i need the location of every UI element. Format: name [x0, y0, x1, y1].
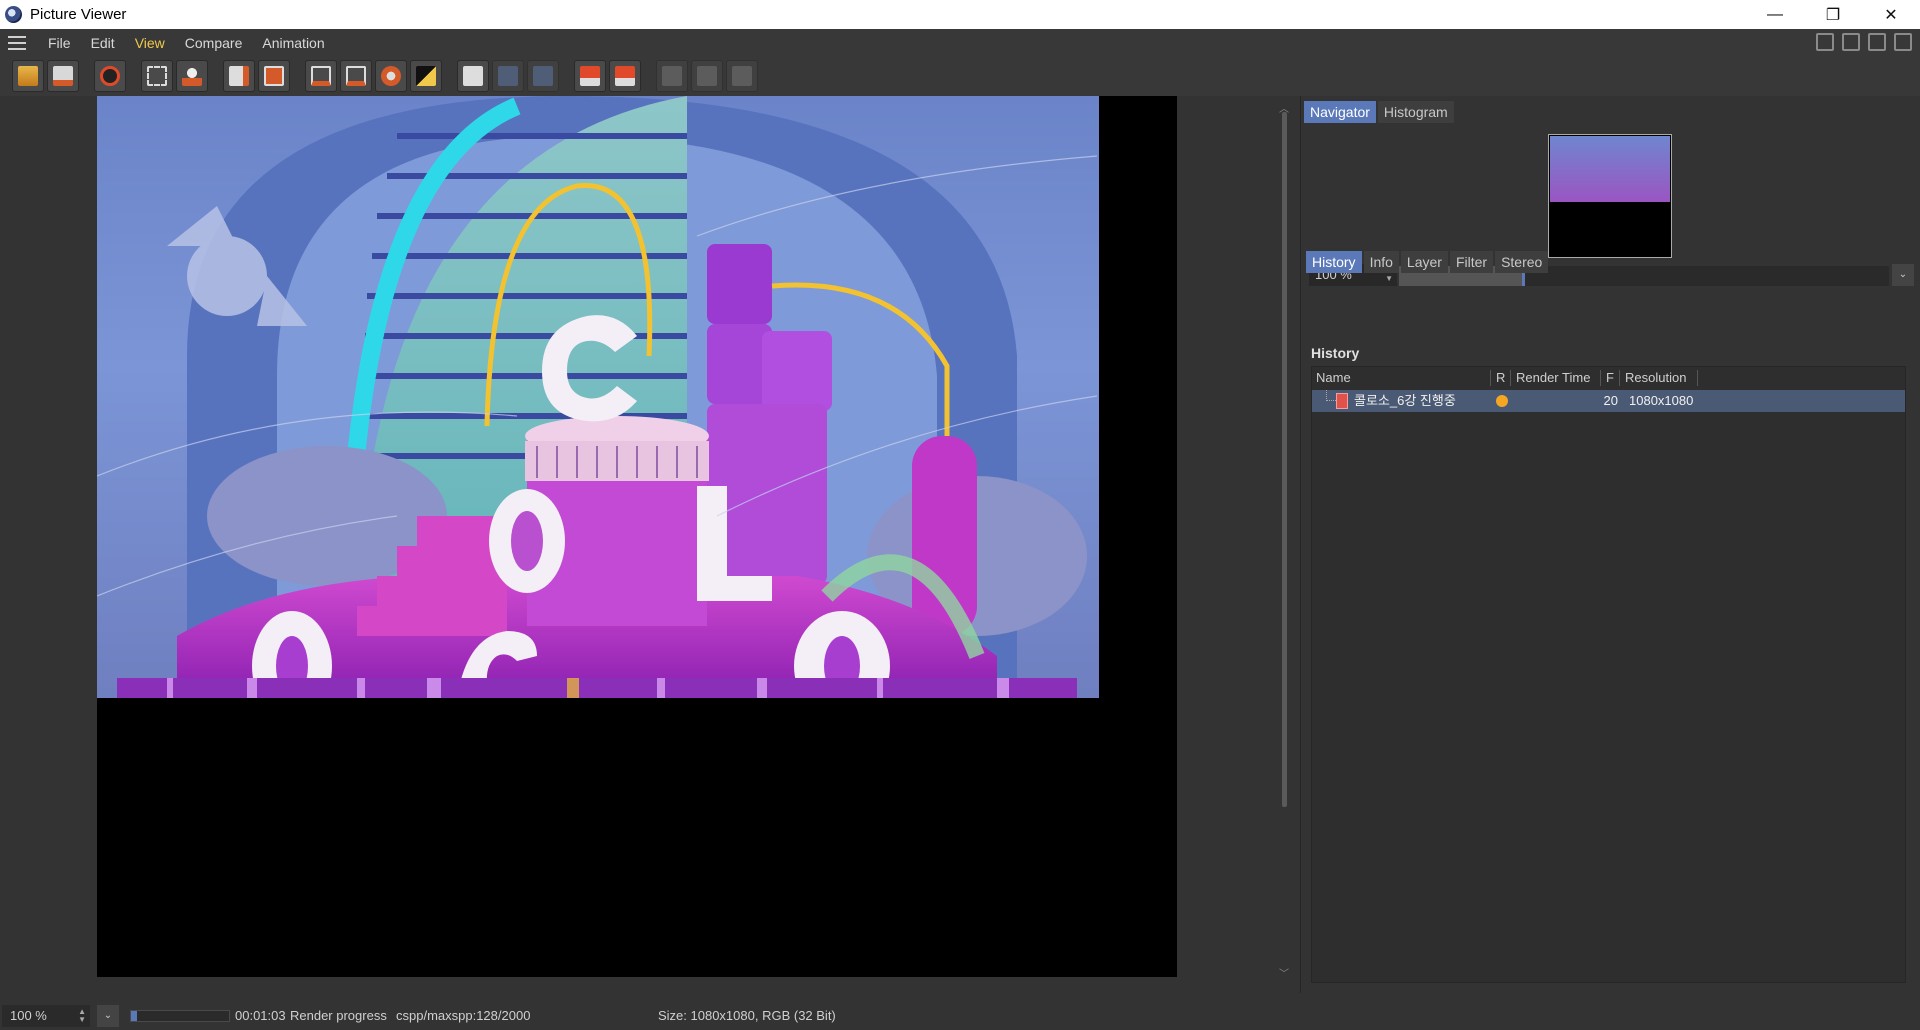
column-render-time[interactable]: Render Time — [1516, 367, 1590, 389]
show-channels-icon[interactable] — [375, 60, 407, 92]
title-bar: Picture Viewer — ❐ ✕ — [0, 0, 1920, 29]
set-b-icon[interactable] — [609, 60, 641, 92]
hamburger-menu-icon[interactable] — [8, 35, 26, 50]
status-zoom-dropdown-icon[interactable]: ⌄ — [97, 1005, 119, 1027]
copy-frame-icon[interactable] — [223, 60, 255, 92]
tab-histogram[interactable]: Histogram — [1377, 101, 1454, 123]
table-row[interactable]: 콜로소_6강 진행중 20 1080x1080 — [1312, 390, 1905, 412]
history-table: Name R Render Time F Resolution 콜로소_6강 진… — [1311, 366, 1906, 983]
region-select-icon[interactable] — [141, 60, 173, 92]
history-item-name: 콜로소_6강 진행중 — [1354, 393, 1456, 408]
render-elapsed-time: 00:01:03 — [235, 1008, 286, 1023]
column-r[interactable]: R — [1496, 367, 1505, 389]
menu-animation[interactable]: Animation — [252, 35, 334, 51]
render-region-icon[interactable] — [176, 60, 208, 92]
pin-down-icon[interactable] — [1894, 33, 1912, 51]
ab-compare-icon[interactable] — [457, 60, 489, 92]
app-icon — [5, 6, 22, 23]
tab-navigator[interactable]: Navigator — [1304, 101, 1376, 123]
layer-view-icon[interactable] — [656, 60, 688, 92]
viewport-vertical-scrollbar[interactable]: ︿ ﹀ — [1278, 100, 1290, 980]
render-thumbnail-icon — [1336, 393, 1348, 409]
zoom-dropdown-icon[interactable]: ⌄ — [1892, 264, 1914, 286]
render-preview-image — [97, 96, 1099, 698]
maximize-button[interactable]: ❐ — [1804, 0, 1862, 29]
panel-layout-icon[interactable] — [1816, 33, 1834, 51]
table-header: Name R Render Time F Resolution — [1312, 367, 1905, 389]
history-item-resolution: 1080x1080 — [1629, 393, 1694, 408]
copy-all-icon[interactable] — [258, 60, 290, 92]
column-frame[interactable]: F — [1606, 367, 1614, 389]
tab-history[interactable]: History — [1306, 251, 1362, 273]
tree-line — [1326, 390, 1336, 401]
right-panel: Navigator Histogram 100 % ▲▼ ⌄ History I… — [1300, 96, 1920, 993]
column-name[interactable]: Name — [1316, 367, 1351, 389]
image-size-info: Size: 1080x1080, RGB (32 Bit) — [658, 1008, 836, 1023]
save-file-icon[interactable] — [47, 60, 79, 92]
menu-compare[interactable]: Compare — [175, 35, 253, 51]
layer-diff-icon[interactable] — [726, 60, 758, 92]
menu-view[interactable]: View — [125, 35, 175, 51]
history-heading: History — [1311, 345, 1360, 361]
toolbar — [0, 56, 1920, 96]
layer-split-icon[interactable] — [691, 60, 723, 92]
tab-info[interactable]: Info — [1363, 251, 1399, 273]
close-button[interactable]: ✕ — [1862, 0, 1920, 29]
minimize-button[interactable]: — — [1746, 0, 1804, 29]
pan-arrows-icon[interactable] — [1868, 33, 1886, 51]
fit-view-icon[interactable] — [1842, 33, 1860, 51]
render-progress-bar — [130, 1010, 230, 1022]
scroll-down-icon[interactable]: ﹀ — [1278, 965, 1290, 980]
render-status-icon — [1496, 395, 1508, 407]
open-file-icon[interactable] — [12, 60, 44, 92]
render-viewport[interactable] — [97, 96, 1177, 977]
column-resolution[interactable]: Resolution — [1625, 367, 1686, 389]
ab-split-icon[interactable] — [492, 60, 524, 92]
menu-bar: File Edit View Compare Animation — [0, 29, 1920, 56]
menu-edit[interactable]: Edit — [81, 35, 125, 51]
navigator-thumbnail[interactable] — [1548, 134, 1672, 258]
status-zoom-field[interactable]: 100 % ▲ ▼ — [2, 1005, 90, 1027]
menu-file[interactable]: File — [38, 35, 81, 51]
render-progress-label: Render progress — [290, 1008, 387, 1023]
ab-swap-icon[interactable] — [527, 60, 559, 92]
scroll-thumb[interactable] — [1282, 112, 1287, 807]
window-title: Picture Viewer — [30, 6, 127, 23]
show-single-icon[interactable] — [305, 60, 337, 92]
render-samples-detail: cspp/maxspp:128/2000 — [396, 1008, 531, 1023]
stop-render-icon[interactable] — [94, 60, 126, 92]
tab-layer[interactable]: Layer — [1400, 251, 1448, 273]
tab-stereo[interactable]: Stereo — [1495, 251, 1549, 273]
tab-filter[interactable]: Filter — [1449, 251, 1494, 273]
set-a-icon[interactable] — [574, 60, 606, 92]
show-alpha-icon[interactable] — [340, 60, 372, 92]
show-lut-icon[interactable] — [410, 60, 442, 92]
history-item-frame: 20 — [1603, 393, 1618, 408]
status-bar: 100 % ▲ ▼ ⌄ 00:01:03 Render progress cspp… — [0, 1003, 1920, 1030]
